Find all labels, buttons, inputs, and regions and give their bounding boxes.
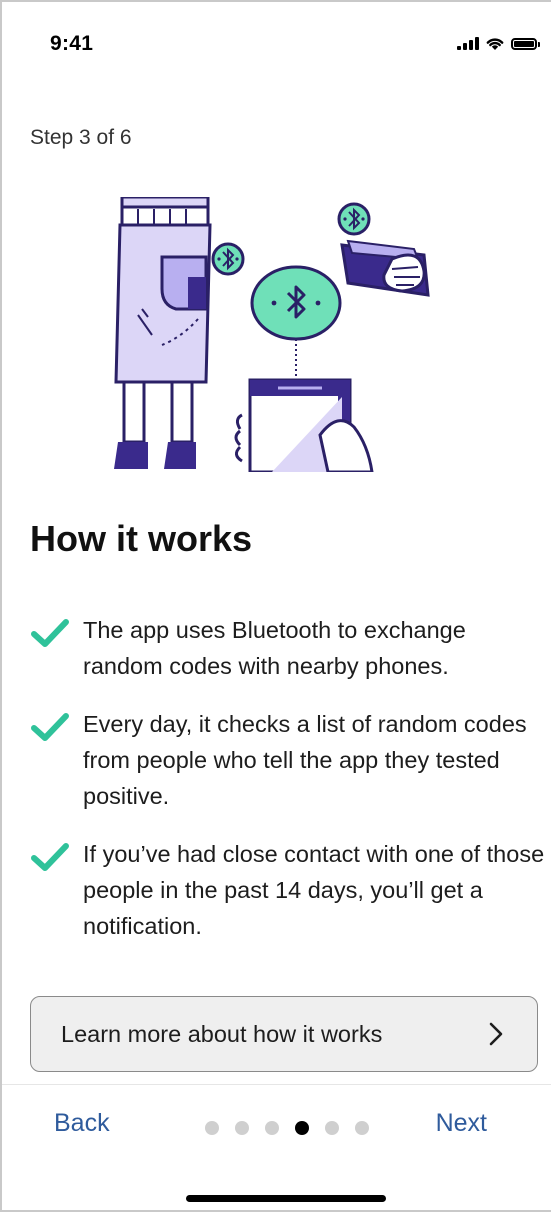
wifi-icon xyxy=(486,38,504,50)
checkmark-icon xyxy=(31,843,69,871)
home-indicator[interactable] xyxy=(186,1195,386,1202)
person-illustration xyxy=(114,197,212,469)
checkmark-icon xyxy=(31,713,69,741)
list-item: Every day, it checks a list of random co… xyxy=(30,706,545,814)
bluetooth-badge-small-icon xyxy=(211,242,245,276)
learn-more-label: Learn more about how it works xyxy=(61,1020,383,1047)
bluetooth-bubble-icon xyxy=(250,265,342,379)
status-icons xyxy=(457,36,540,51)
bluetooth-badge-top-icon xyxy=(337,202,371,236)
pagination-dot xyxy=(355,1121,369,1135)
next-button[interactable]: Next xyxy=(436,1109,487,1138)
feature-list: The app uses Bluetooth to exchange rando… xyxy=(30,612,545,966)
learn-more-button[interactable]: Learn more about how it works xyxy=(30,996,538,1072)
page-title: How it works xyxy=(30,518,253,559)
back-button[interactable]: Back xyxy=(54,1109,110,1138)
battery-icon xyxy=(511,37,540,50)
bluetooth-exchange-illustration xyxy=(114,197,430,472)
status-time: 9:41 xyxy=(50,32,94,55)
pagination-dots xyxy=(205,1121,369,1135)
hand-holding-phone-illustration xyxy=(340,239,430,297)
cellular-signal-icon xyxy=(457,37,479,50)
list-item: If you’ve had close contact with one of … xyxy=(30,836,545,944)
pagination-dot xyxy=(325,1121,339,1135)
list-item-text: Every day, it checks a list of random co… xyxy=(83,711,527,809)
list-item-text: The app uses Bluetooth to exchange rando… xyxy=(83,617,466,679)
pagination-dot xyxy=(205,1121,219,1135)
bottom-navigation: Back Next xyxy=(2,1084,551,1210)
checkmark-icon xyxy=(31,619,69,647)
pagination-dot xyxy=(265,1121,279,1135)
pagination-dot-active xyxy=(295,1121,309,1135)
list-item-text: If you’ve had close contact with one of … xyxy=(83,841,545,939)
chevron-right-icon xyxy=(489,1022,503,1046)
bottom-phone-illustration xyxy=(234,378,374,472)
screen: 9:41 Step 3 of 6 How it works The app us… xyxy=(0,0,551,1212)
status-bar: 9:41 xyxy=(2,2,551,94)
pagination-dot xyxy=(235,1121,249,1135)
step-indicator: Step 3 of 6 xyxy=(30,126,132,149)
list-item: The app uses Bluetooth to exchange rando… xyxy=(30,612,545,684)
